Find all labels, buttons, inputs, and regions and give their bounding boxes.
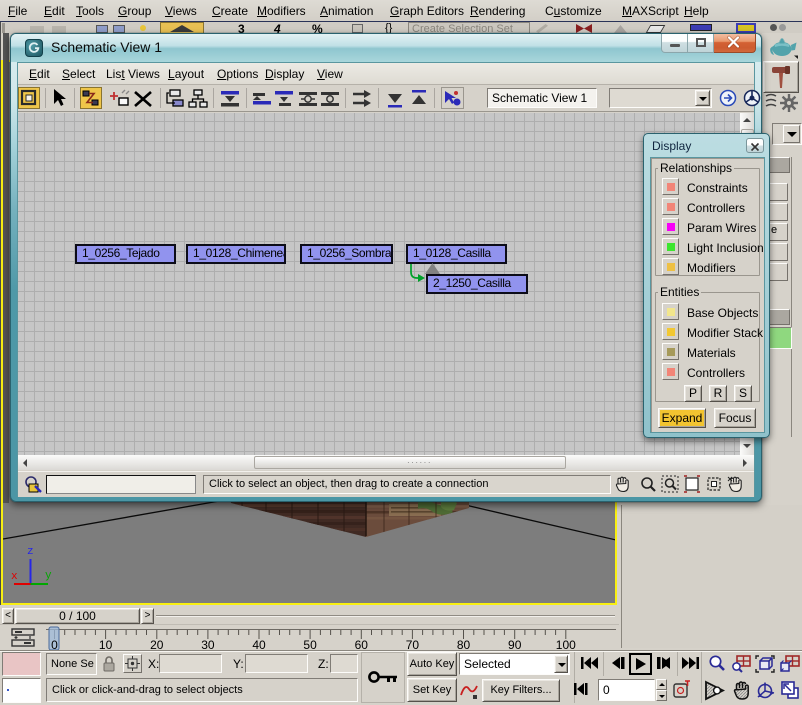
- svg-text:x: x: [11, 571, 18, 583]
- svg-text:y: y: [45, 570, 52, 582]
- svg-text:z: z: [27, 546, 34, 558]
